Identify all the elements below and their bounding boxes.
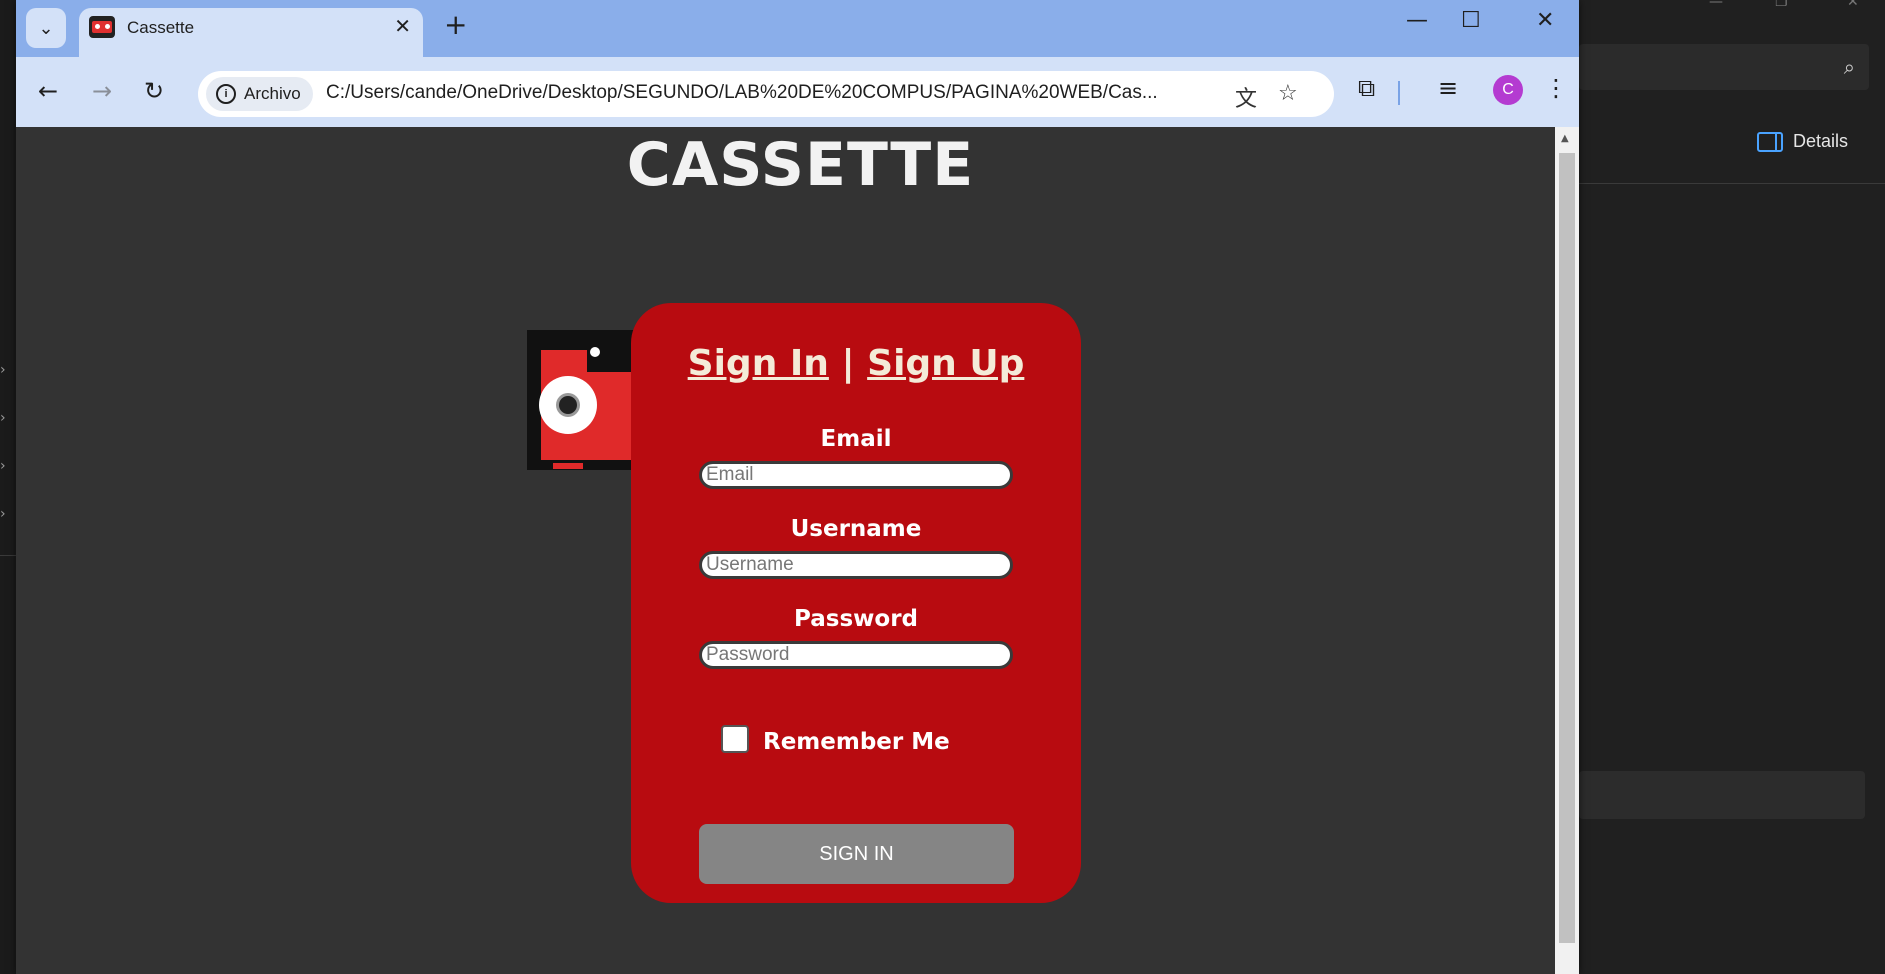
tab-search-button[interactable]: ⌄ <box>26 8 66 48</box>
address-bar[interactable]: i Archivo C:/Users/cande/OneDrive/Deskto… <box>198 71 1334 117</box>
more-menu-icon[interactable]: ⋮ <box>1544 74 1568 102</box>
sign-in-link[interactable]: Sign In <box>688 343 829 384</box>
divider <box>1398 81 1400 105</box>
chevron-right-icon: › <box>0 410 6 426</box>
media-controls-icon[interactable]: ≡ <box>1438 74 1458 102</box>
close-tab-icon[interactable]: ✕ <box>394 14 411 38</box>
password-label: Password <box>794 606 918 632</box>
tab-title: Cassette <box>127 18 195 37</box>
minimize-icon[interactable]: — <box>1709 0 1723 10</box>
sign-in-button[interactable]: SIGN IN <box>699 824 1014 884</box>
login-card: Sign In | Sign Up Email Username Passwor… <box>631 303 1081 903</box>
username-field[interactable] <box>699 551 1013 579</box>
chevron-right-icon: › <box>0 458 6 474</box>
scrollbar-thumb[interactable] <box>1559 153 1575 943</box>
password-field[interactable] <box>699 641 1013 669</box>
site-title: CASSETTE <box>626 130 975 200</box>
minimize-icon[interactable]: — <box>1406 8 1428 33</box>
maximize-icon[interactable]: ☐ <box>1461 8 1481 33</box>
search-icon: ⌕ <box>1843 55 1855 79</box>
email-label: Email <box>820 426 892 452</box>
browser-window: ⌄ Cassette ✕ + — ☐ ✕ ← → ↻ i Archivo C:/… <box>16 0 1579 974</box>
remember-me-checkbox[interactable] <box>721 725 749 753</box>
extensions-icon[interactable]: ⧉ <box>1358 74 1375 102</box>
tab-cassette[interactable]: Cassette ✕ <box>79 8 423 57</box>
sign-up-link[interactable]: Sign Up <box>867 343 1024 384</box>
details-button[interactable]: Details <box>1757 131 1848 152</box>
reload-icon[interactable]: ↻ <box>144 77 164 105</box>
auth-separator: | <box>841 343 855 384</box>
remember-me-row: Remember Me <box>721 723 950 755</box>
remember-me-label: Remember Me <box>763 729 950 755</box>
auth-toggle: Sign In | Sign Up <box>631 343 1081 384</box>
email-field[interactable] <box>699 461 1013 489</box>
security-chip-label: Archivo <box>244 84 301 103</box>
details-pane-icon <box>1757 131 1783 152</box>
background-left-pane: › › › › <box>0 0 16 974</box>
close-window-icon[interactable]: ✕ <box>1536 8 1554 33</box>
background-window-controls: — ❐ ✕ <box>1579 0 1885 14</box>
translate-icon[interactable]: 文 <box>1235 81 1257 113</box>
tab-strip: ⌄ Cassette ✕ + — ☐ ✕ <box>16 0 1579 57</box>
background-search-box[interactable]: ⌕ <box>1579 44 1869 90</box>
page-scrollbar[interactable]: ▲ <box>1555 127 1579 974</box>
chevron-right-icon: › <box>0 506 6 522</box>
cassette-reel-icon <box>539 376 597 434</box>
browser-toolbar: ← → ↻ i Archivo C:/Users/cande/OneDrive/… <box>16 57 1579 127</box>
divider <box>1579 183 1885 184</box>
divider <box>0 555 16 556</box>
profile-avatar[interactable]: C <box>1493 75 1523 105</box>
page-viewport: CASSETTE Sign In | Sign Up Email Usernam… <box>16 127 1555 974</box>
details-label: Details <box>1793 131 1849 151</box>
info-icon: i <box>216 84 236 104</box>
close-icon[interactable]: ✕ <box>1847 0 1859 10</box>
chevron-right-icon: › <box>0 362 6 378</box>
new-tab-icon[interactable]: + <box>444 8 467 41</box>
background-list-row[interactable] <box>1579 771 1865 819</box>
url-text[interactable]: C:/Users/cande/OneDrive/Desktop/SEGUNDO/… <box>326 82 1206 104</box>
username-label: Username <box>790 516 922 542</box>
site-info-chip[interactable]: i Archivo <box>206 77 313 111</box>
restore-icon[interactable]: ❐ <box>1775 0 1788 10</box>
chevron-down-icon: ⌄ <box>38 17 54 39</box>
cassette-favicon-icon <box>89 16 115 38</box>
bookmark-star-icon[interactable]: ☆ <box>1278 81 1298 106</box>
forward-icon[interactable]: → <box>92 77 112 105</box>
scroll-up-icon[interactable]: ▲ <box>1561 133 1569 144</box>
back-icon[interactable]: ← <box>38 77 58 105</box>
